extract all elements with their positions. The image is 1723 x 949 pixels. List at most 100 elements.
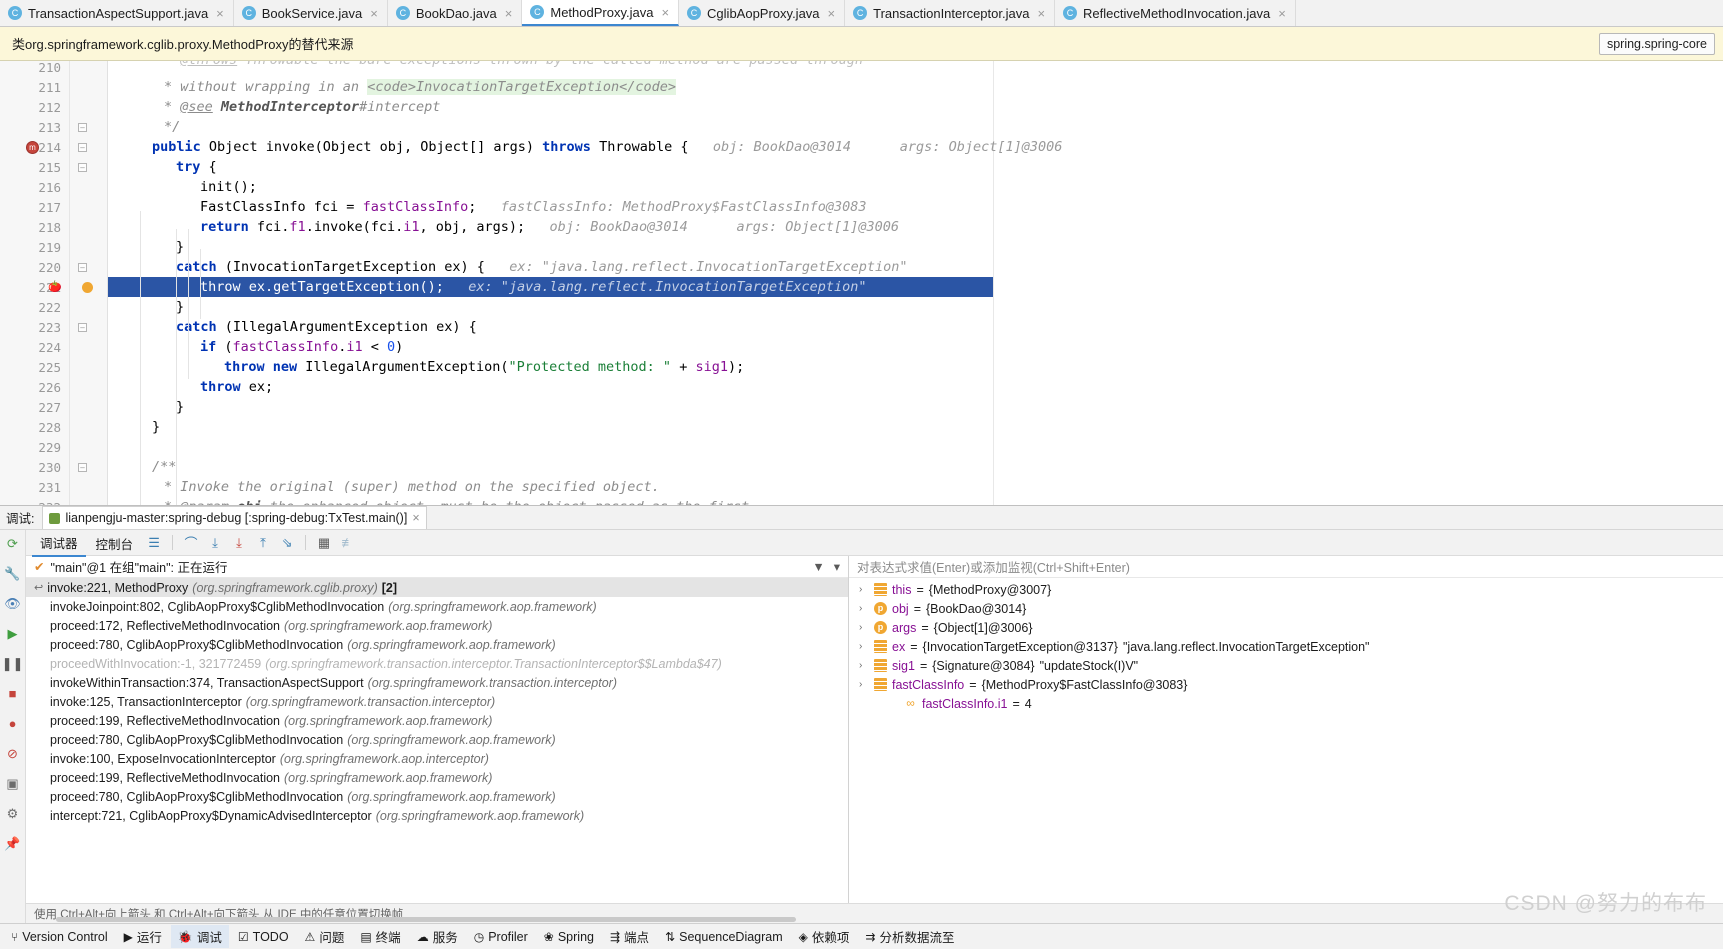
layout-settings-icon[interactable]: ⚙ [4,805,21,822]
evaluate-expression-field[interactable]: 对表达式求值(Enter)或添加监视(Ctrl+Shift+Enter) [849,556,1723,578]
pause-icon[interactable]: ❚❚ [2,655,24,672]
editor-tab-bookdao[interactable]: C BookDao.java × [388,0,523,26]
statusbar-item-spring[interactable]: ❀ Spring [537,928,601,946]
step-out-icon[interactable]: ⤒ [252,533,274,553]
code-line-214[interactable]: public Object invoke(Object obj, Object[… [152,137,1062,157]
frame-row[interactable]: invoke:100, ExposeInvocationInterceptor(… [26,749,848,768]
step-into-icon[interactable]: ⤓ [204,533,226,553]
frame-row[interactable]: proceed:780, CglibAopProxy$CglibMethodIn… [26,730,848,749]
statusbar-item-运行[interactable]: ▶ 运行 [117,925,169,948]
frame-row[interactable]: ↩ invoke:221, MethodProxy (org.springframe… [26,578,848,597]
pin-icon[interactable]: 📌 [4,835,21,852]
code-line-230[interactable]: /** [152,457,176,477]
rerun-icon[interactable]: ⟳ [4,535,21,552]
code-fold-toggle[interactable]: – [78,163,87,172]
code-line-218[interactable]: return fci.f1.invoke(fci.i1, obj, args);… [200,217,899,237]
statusbar-item-version-control[interactable]: ⑂ Version Control [4,928,115,946]
editor-fold-gutter[interactable]: – – – – – – [70,61,108,505]
code-fold-toggle[interactable]: – [78,323,87,332]
frame-row[interactable]: invokeJoinpoint:802, CglibAopProxy$Cglib… [26,597,848,616]
editor-tab-transactionaspectsupport[interactable]: C TransactionAspectSupport.java × [0,0,234,26]
code-line-227[interactable]: } [176,397,184,417]
frames-list[interactable]: ↩ invoke:221, MethodProxy (org.springframe… [26,578,848,903]
code-line-220[interactable]: catch (InvocationTargetException ex) { e… [176,257,908,277]
code-line-231[interactable]: * Invoke the original (super) method on … [164,477,660,497]
run-to-cursor-icon[interactable]: ⇘ [276,533,298,553]
close-icon[interactable]: × [661,5,669,20]
mute-breakpoints-icon[interactable]: ⊘ [4,745,21,762]
camera-icon[interactable]: ▣ [4,775,21,792]
variable-row[interactable]: › p args = {Object[1]@3006} [849,618,1723,637]
variable-row[interactable]: › sig1 = {Signature@3084} "updateStock(I)V" [849,656,1723,675]
code-line-228[interactable]: } [152,417,160,437]
variable-row[interactable]: › ex = {InvocationTargetException@3137} "jav… [849,637,1723,656]
variable-row[interactable]: › fastClassInfo = {MethodProxy$FastClassInf… [849,675,1723,694]
editor-code-area[interactable]: * @throws Throwable the bare exceptions … [108,61,1723,505]
frame-row[interactable]: invokeWithinTransaction:374, Transaction… [26,673,848,692]
editor-tab-bookservice[interactable]: C BookService.java × [234,0,388,26]
evaluate-expression-icon[interactable]: ▦ [313,533,335,553]
frame-row[interactable]: invoke:125, TransactionInterceptor (org.s… [26,692,848,711]
statusbar-item-调试[interactable]: 🐞 调试 [170,925,229,948]
statusbar-item-sequencediagram[interactable]: ⇅ SequenceDiagram [658,928,790,946]
code-fold-toggle[interactable]: – [78,143,87,152]
code-fold-toggle[interactable]: – [78,463,87,472]
code-line-213[interactable]: */ [164,117,180,137]
stop-icon[interactable]: ■ [4,685,21,702]
frame-row[interactable]: proceedWithInvocation:-1, 321772459 (org.… [26,654,848,673]
frame-row[interactable]: proceed:780, CglibAopProxy$CglibMethodIn… [26,635,848,654]
mute-breakpoints-icon[interactable]: ≢ [337,533,359,553]
editor-tab-reflectivemethodinvocation[interactable]: C ReflectiveMethodInvocation.java × [1055,0,1296,26]
code-editor[interactable]: 210 211 212 213 214 m 215 216 217 218 219 220 221 🍅 22… [0,61,1723,505]
filter-icon[interactable]: ▼ [812,560,824,574]
step-over-icon[interactable]: ⌒ [180,533,202,553]
breakpoint-icon[interactable]: m [26,141,39,154]
close-icon[interactable]: × [1037,6,1045,21]
code-line-219[interactable]: } [176,237,184,257]
close-icon[interactable]: × [505,6,513,21]
variable-row[interactable]: › p obj = {BookDao@3014} [849,599,1723,618]
statusbar-item-依赖项[interactable]: ◈ 依赖项 [792,925,857,948]
close-icon[interactable]: × [370,6,378,21]
code-line-215[interactable]: try { [176,157,217,177]
editor-tab-methodproxy[interactable]: C MethodProxy.java × [522,0,680,26]
force-step-into-icon[interactable]: ⤓ [228,533,250,553]
code-line-221[interactable]: throw ex.getTargetException(); ex: "java… [200,277,866,297]
code-line-216[interactable]: init(); [200,177,257,197]
frame-row[interactable]: proceed:172, ReflectiveMethodInvocation(… [26,616,848,635]
editor-tab-cglibaopproxy[interactable]: C CglibAopProxy.java × [679,0,846,26]
frames-horizontal-scrollbar[interactable] [56,917,1713,922]
chevron-down-icon[interactable]: ▾ [834,559,840,574]
close-icon[interactable]: × [828,6,836,21]
tab-debugger[interactable]: 调试器 [32,529,86,557]
editor-scrollbar[interactable] [1711,61,1723,505]
statusbar-item-profiler[interactable]: ◷ Profiler [467,928,535,946]
code-line-217[interactable]: FastClassInfo fci = fastClassInfo; fastC… [200,197,867,217]
variable-row[interactable]: › this = {MethodProxy@3007} [849,580,1723,599]
chevron-right-icon[interactable]: › [859,622,869,633]
frame-row[interactable]: proceed:199, ReflectiveMethodInvocation(… [26,711,848,730]
chevron-right-icon[interactable]: › [859,679,869,690]
frame-row[interactable]: proceed:780, CglibAopProxy$CglibMethodIn… [26,787,848,806]
statusbar-item-todo[interactable]: ☑ TODO [231,928,296,946]
code-line-226[interactable]: throw ex; [200,377,273,397]
code-line-224[interactable]: if (fastClassInfo.i1 < 0) [200,337,403,357]
statusbar-item-端点[interactable]: ⇶ 端点 [603,925,656,948]
frame-row[interactable]: proceed:199, ReflectiveMethodInvocation(… [26,768,848,787]
chevron-right-icon[interactable]: › [859,603,869,614]
resume-icon[interactable]: ▶ [4,625,21,642]
code-line-225[interactable]: throw new IllegalArgumentException("Prot… [224,357,744,377]
code-line-232[interactable]: * @param obj the enhanced object, must b… [164,497,749,505]
settings-icon[interactable]: 🔧 [4,565,21,582]
code-fold-toggle[interactable]: – [78,263,87,272]
variable-row[interactable]: ∞ fastClassInfo.i1 = 4 [849,694,1723,713]
layout-icon[interactable]: ☰ [143,533,165,553]
editor-tab-transactioninterceptor[interactable]: C TransactionInterceptor.java × [845,0,1056,26]
statusbar-item-终端[interactable]: ▤ 终端 [353,925,407,948]
statusbar-item-分析数据流至[interactable]: ⇉ 分析数据流至 [858,925,961,948]
code-fold-toggle[interactable]: – [78,123,87,132]
notification-module-chip[interactable]: spring.spring-core [1598,32,1715,55]
code-line-212[interactable]: * @see MethodInterceptor#intercept [164,97,440,117]
tab-console[interactable]: 控制台 [88,530,142,556]
chevron-right-icon[interactable]: › [859,584,869,595]
